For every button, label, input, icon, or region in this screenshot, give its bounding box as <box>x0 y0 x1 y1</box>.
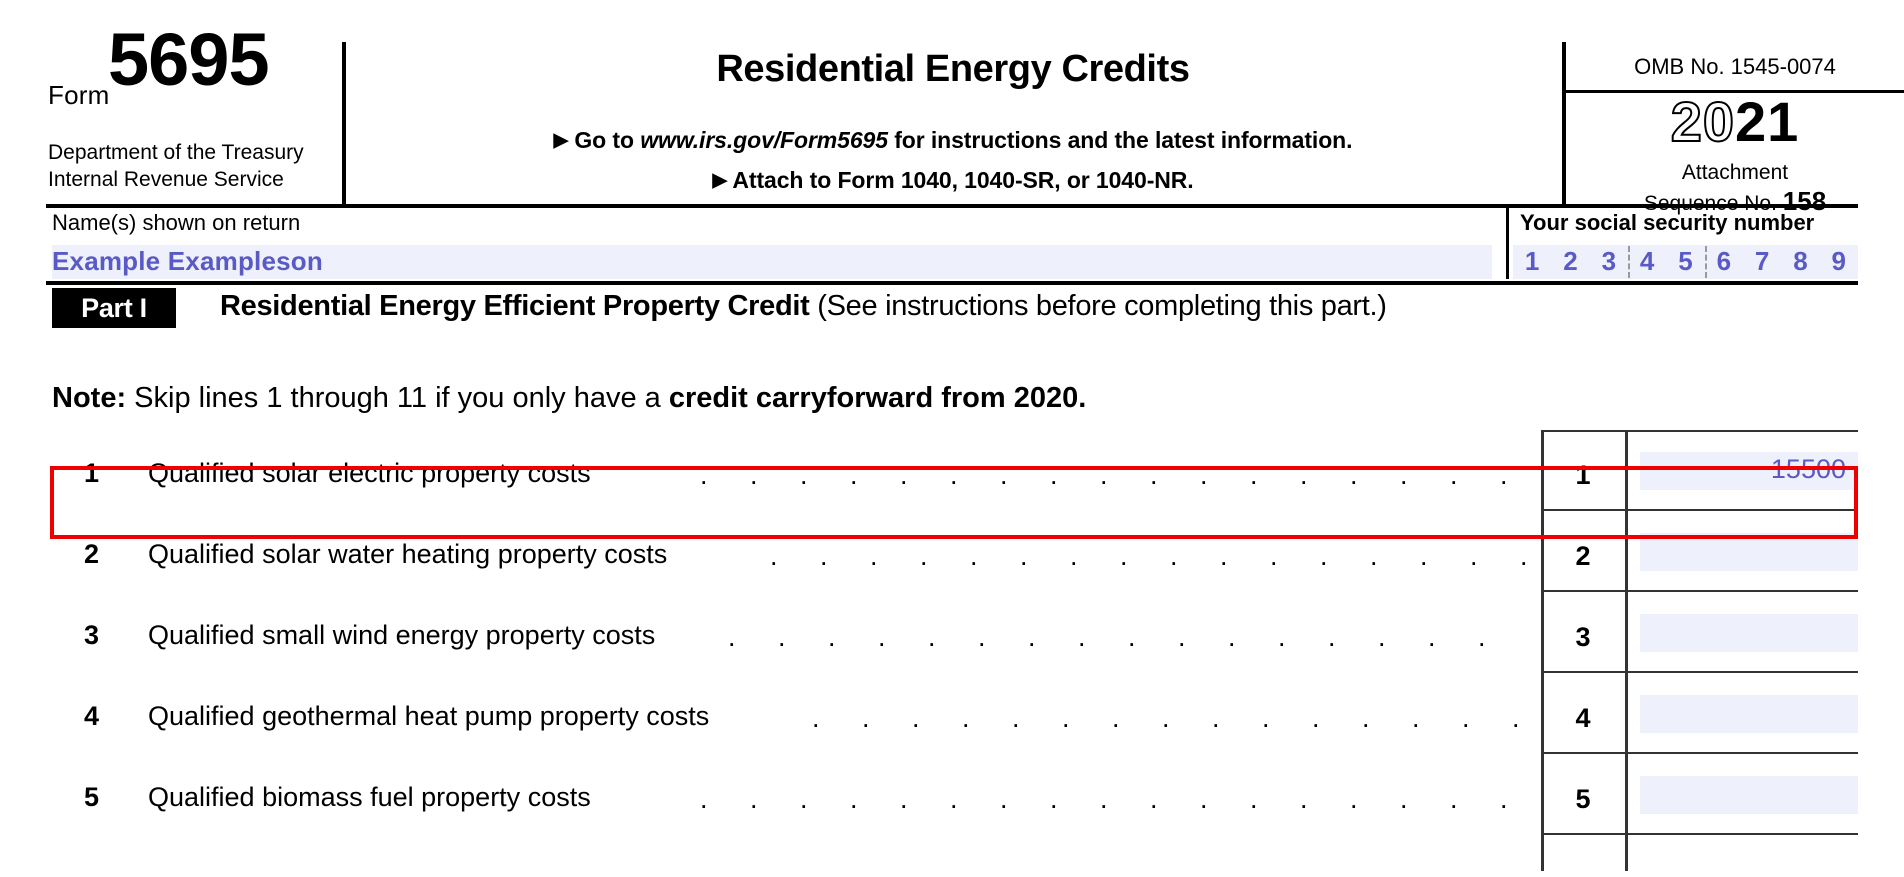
column-divider <box>1625 673 1628 754</box>
table-row: 5 Qualified biomass fuel property costs … <box>0 754 1904 835</box>
form-word-label: Form <box>48 80 110 110</box>
arrow-icon: ▶ <box>553 130 569 151</box>
dot-leader: . . . . . . . . . . . . . . . . . . . . … <box>770 541 1530 569</box>
part-badge: Part I <box>52 288 176 328</box>
table-row: 1 Qualified solar electric property cost… <box>0 430 1904 511</box>
identity-bottom-rule <box>46 281 1858 285</box>
table-row: 2 Qualified solar water heating property… <box>0 511 1904 592</box>
note-body: Skip lines 1 through 11 if you only have… <box>126 382 669 414</box>
note-line: Note: Skip lines 1 through 11 if you onl… <box>52 382 1086 415</box>
ssn-digit[interactable]: 9 <box>1820 246 1858 277</box>
line-ref-number: 1 <box>1575 460 1591 490</box>
line-number: 5 <box>84 782 100 812</box>
ssn-separator <box>1628 246 1630 278</box>
goto-prefix: Go to <box>574 127 641 153</box>
amount-input[interactable]: 15500 <box>1640 454 1846 485</box>
table-row: 4 Qualified geothermal heat pump propert… <box>0 673 1904 754</box>
amount-input-background <box>1640 695 1858 733</box>
line-number: 3 <box>84 620 100 650</box>
note-prefix: Note: <box>52 382 127 414</box>
ssn-input[interactable]: 1 2 3 4 5 6 7 8 9 <box>1513 244 1858 278</box>
identity-labels-row: Name(s) shown on return Your social secu… <box>0 208 1904 244</box>
line-number: 4 <box>84 701 100 731</box>
part-heading-note: (See instructions before completing this… <box>809 290 1387 322</box>
tax-year: 2021 <box>1566 90 1904 153</box>
line-ref-number: 5 <box>1575 784 1591 814</box>
line-label: Qualified solar electric property costs <box>148 458 591 488</box>
table-row-partial <box>0 835 1904 871</box>
omb-number: OMB No. 1545-0074 <box>1634 54 1836 79</box>
ssn-digit[interactable]: 7 <box>1743 246 1781 277</box>
column-divider <box>1541 835 1544 871</box>
ssn-digit[interactable]: 6 <box>1705 246 1743 277</box>
amount-input-background <box>1640 533 1858 571</box>
part-heading-bold: Residential Energy Efficient Property Cr… <box>220 290 810 322</box>
tax-year-suffix: 21 <box>1735 90 1800 153</box>
part-heading: Residential Energy Efficient Property Cr… <box>220 290 1387 323</box>
ssn-digit[interactable]: 8 <box>1781 246 1819 277</box>
goto-suffix: for instructions and the latest informat… <box>887 127 1353 153</box>
agency-line-2: Internal Revenue Service <box>48 167 284 191</box>
line-number: 1 <box>84 458 100 488</box>
name-label: Name(s) shown on return <box>52 210 301 235</box>
ssn-digit[interactable]: 5 <box>1666 246 1704 277</box>
ssn-digit[interactable]: 1 <box>1513 246 1551 277</box>
line-label: Qualified solar water heating property c… <box>148 539 668 569</box>
ssn-separator <box>1705 246 1707 278</box>
arrow-icon: ▶ <box>712 170 727 191</box>
part-one-header: Part I Residential Energy Efficient Prop… <box>0 288 1904 336</box>
ssn-label: Your social security number <box>1520 210 1815 235</box>
amount-input-background <box>1640 614 1858 652</box>
line-label: Qualified geothermal heat pump property … <box>148 701 710 731</box>
irs-url[interactable]: www.irs.gov/Form5695 <box>640 127 888 153</box>
dot-leader: . . . . . . . . . . . . . . . . . . . . … <box>812 703 1530 731</box>
dot-leader: . . . . . . . . . . . . . . . . . . . . … <box>700 784 1530 812</box>
instructions-link-line: ▶ Go to www.irs.gov/Form5695 for instruc… <box>346 127 1560 154</box>
row-rule <box>1541 430 1858 432</box>
attach-instruction-line: ▶ Attach to Form 1040, 1040-SR, or 1040-… <box>346 167 1560 194</box>
line-ref-number: 2 <box>1575 541 1591 571</box>
line-ref-number: 3 <box>1575 622 1591 652</box>
tax-year-century: 20 <box>1670 90 1735 153</box>
table-row: 3 Qualified small wind energy property c… <box>0 592 1904 673</box>
form-number: 5695 <box>108 18 270 101</box>
attachment-label-1: Attachment <box>1681 161 1789 184</box>
line-ref-number: 4 <box>1575 703 1591 733</box>
line-items-table: 1 Qualified solar electric property cost… <box>0 430 1904 871</box>
column-divider <box>1625 754 1628 835</box>
column-divider <box>1625 511 1628 592</box>
agency-line-1: Department of the Treasury <box>48 141 304 164</box>
line-label: Qualified small wind energy property cos… <box>148 620 656 650</box>
form-page: Form 5695 Department of the Treasury Int… <box>0 0 1904 877</box>
ssn-digit[interactable]: 3 <box>1590 246 1628 277</box>
column-divider <box>1625 592 1628 673</box>
ssn-digit[interactable]: 2 <box>1551 246 1589 277</box>
form-title: Residential Energy Credits <box>716 48 1190 90</box>
line-label: Qualified biomass fuel property costs <box>148 782 591 812</box>
dot-leader: . . . . . . . . . . . . . . . . . . . . … <box>700 460 1530 488</box>
line-number: 2 <box>84 539 100 569</box>
form-header: Form 5695 Department of the Treasury Int… <box>0 0 1904 216</box>
dot-leader: . . . . . . . . . . . . . . . . . . . . … <box>728 622 1530 650</box>
amount-input-background <box>1640 776 1858 814</box>
column-divider <box>1625 430 1628 511</box>
note-suffix: credit carryforward from 2020. <box>668 382 1087 414</box>
name-input[interactable]: Example Exampleson <box>52 246 323 277</box>
ssn-digit[interactable]: 4 <box>1628 246 1666 277</box>
column-divider <box>1625 835 1628 871</box>
attach-instruction-text: Attach to Form 1040, 1040-SR, or 1040-NR… <box>732 167 1194 193</box>
agency-name: Department of the Treasury Internal Reve… <box>48 140 338 194</box>
